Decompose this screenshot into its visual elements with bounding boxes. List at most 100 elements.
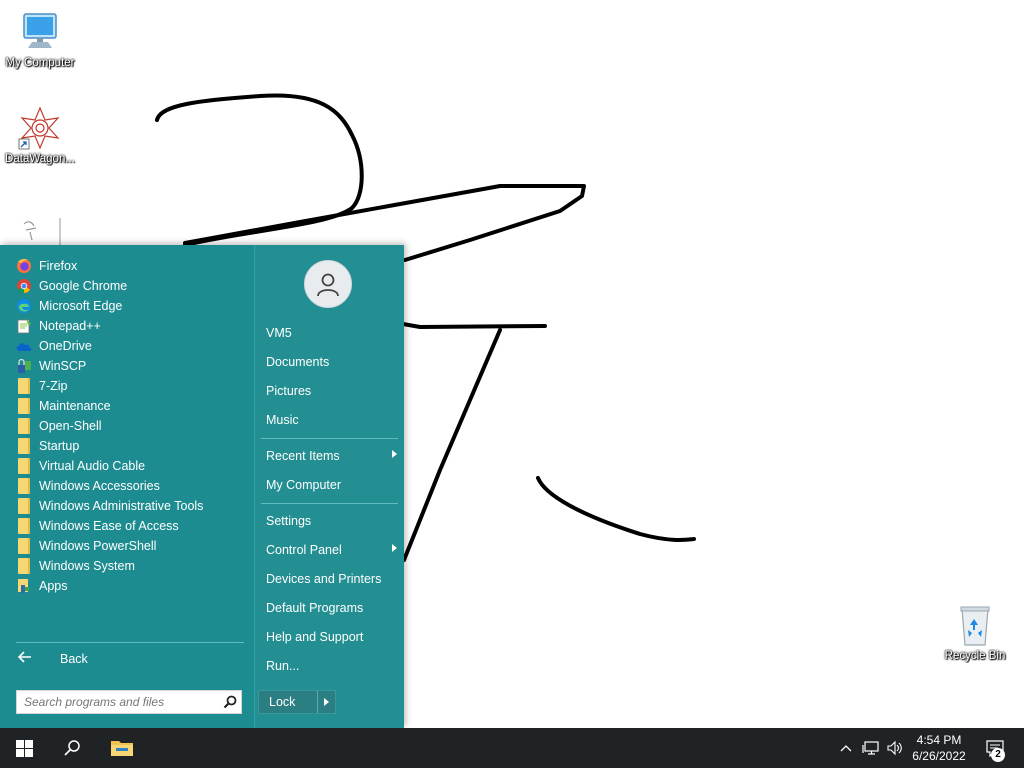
menu-item-label: Devices and Printers [266, 572, 382, 586]
recycle-bin-icon [960, 606, 990, 646]
program-winscp[interactable]: WinSCP [16, 356, 246, 376]
document-icon [23, 218, 61, 245]
network-button[interactable] [860, 728, 882, 768]
menu-item-user[interactable]: VM5 [263, 322, 399, 344]
program-label: OneDrive [39, 339, 92, 353]
folder-icon [16, 378, 32, 394]
program-label: Firefox [39, 259, 78, 273]
program-folder-windows-system[interactable]: Windows System [16, 556, 246, 576]
menu-item-settings[interactable]: Settings [263, 510, 399, 532]
back-button[interactable]: Back [17, 650, 88, 667]
apps-icon [16, 578, 32, 594]
program-folder-windows-powershell[interactable]: Windows PowerShell [16, 536, 246, 556]
start-menu: Firefox Google Chrome Microsoft Edge Not… [0, 245, 404, 728]
program-label: Virtual Audio Cable [39, 459, 146, 473]
folder-icon [16, 458, 32, 474]
file-explorer-button[interactable] [98, 728, 146, 768]
taskbar-search-button[interactable] [48, 728, 96, 768]
program-folder-open-shell[interactable]: Open-Shell [16, 416, 246, 436]
program-label: WinSCP [39, 359, 87, 373]
show-hidden-icons-button[interactable] [838, 728, 854, 768]
folder-icon [16, 478, 32, 494]
menu-item-documents[interactable]: Documents [263, 351, 399, 373]
desktop-icon-recycle-bin[interactable]: Recycle Bin [935, 603, 1015, 663]
edge-icon [16, 298, 32, 314]
volume-button[interactable] [884, 728, 906, 768]
program-folder-7zip[interactable]: 7-Zip [16, 376, 246, 396]
program-notepadpp[interactable]: Notepad++ [16, 316, 246, 336]
lock-button[interactable]: Lock [258, 690, 336, 714]
chevron-up-icon [840, 745, 852, 752]
program-label: Apps [39, 579, 68, 593]
program-label: Open-Shell [39, 419, 102, 433]
desktop-icon-label: DataWagon... [5, 153, 75, 165]
menu-item-label: My Computer [266, 478, 342, 492]
menu-item-label: Music [266, 413, 299, 427]
menu-item-control-panel[interactable]: Control Panel [263, 539, 399, 561]
divider [16, 642, 244, 643]
clock-time: 4:54 PM [916, 733, 962, 747]
partial-desktop-icon[interactable] [22, 218, 62, 245]
firefox-icon [16, 258, 32, 274]
program-folder-startup[interactable]: Startup [16, 436, 246, 456]
program-label: Windows PowerShell [39, 539, 157, 553]
menu-item-default-programs[interactable]: Default Programs [263, 597, 399, 619]
windows-logo-icon [15, 739, 33, 757]
chevron-right-icon [392, 544, 397, 552]
user-avatar[interactable] [304, 260, 352, 308]
program-label: Startup [39, 439, 80, 453]
start-button[interactable] [0, 728, 48, 768]
program-apps[interactable]: Apps [16, 576, 246, 596]
menu-item-run[interactable]: Run... [263, 655, 399, 677]
menu-item-music[interactable]: Music [263, 409, 399, 431]
search-icon[interactable] [219, 691, 241, 713]
program-folder-windows-administrative-tools[interactable]: Windows Administrative Tools [16, 496, 246, 516]
program-firefox[interactable]: Firefox [16, 256, 246, 276]
clock-date: 6/26/2022 [912, 749, 966, 763]
program-folder-maintenance[interactable]: Maintenance [16, 396, 246, 416]
program-folder-virtual-audio-cable[interactable]: Virtual Audio Cable [16, 456, 246, 476]
program-label: Notepad++ [39, 319, 101, 333]
program-label: Windows Administrative Tools [39, 499, 204, 513]
desktop-icon-my-computer[interactable]: My Computer [0, 10, 80, 70]
folder-icon [16, 398, 32, 414]
onedrive-icon [16, 338, 32, 354]
menu-item-help-support[interactable]: Help and Support [263, 626, 399, 648]
search-input[interactable] [17, 691, 219, 713]
chevron-right-icon [324, 698, 329, 706]
shutdown-options-button[interactable] [317, 691, 335, 713]
menu-item-label: Control Panel [266, 543, 342, 557]
folder-icon [16, 418, 32, 434]
menu-item-label: VM5 [266, 326, 292, 340]
folder-icon [16, 498, 32, 514]
program-folder-windows-ease-of-access[interactable]: Windows Ease of Access [16, 516, 246, 536]
folder-icon [16, 518, 32, 534]
program-label: Windows Accessories [39, 479, 160, 493]
menu-item-label: Pictures [266, 384, 312, 398]
menu-item-my-computer[interactable]: My Computer [263, 474, 399, 496]
program-onedrive[interactable]: OneDrive [16, 336, 246, 356]
menu-item-recent-items[interactable]: Recent Items [263, 445, 399, 467]
divider [261, 503, 398, 504]
program-google-chrome[interactable]: Google Chrome [16, 276, 246, 296]
desktop-icon-datawagon[interactable]: DataWagon... [0, 106, 80, 166]
program-folder-windows-accessories[interactable]: Windows Accessories [16, 476, 246, 496]
user-icon [317, 273, 339, 297]
chrome-icon [16, 278, 32, 294]
menu-item-label: Run... [266, 659, 300, 673]
program-label: Windows System [39, 559, 135, 573]
clock[interactable]: 4:54 PM 6/26/2022 [904, 732, 974, 764]
back-label: Back [60, 651, 88, 666]
program-label: Microsoft Edge [39, 299, 123, 313]
search-box[interactable] [16, 690, 242, 714]
program-label: 7-Zip [39, 379, 68, 393]
desktop-icon-label: Recycle Bin [944, 650, 1006, 662]
folder-icon [16, 538, 32, 554]
program-microsoft-edge[interactable]: Microsoft Edge [16, 296, 246, 316]
menu-item-pictures[interactable]: Pictures [263, 380, 399, 402]
menu-item-devices-printers[interactable]: Devices and Printers [263, 568, 399, 590]
desktop-icon-label: My Computer [5, 57, 75, 69]
computer-monitor-icon [23, 13, 57, 48]
folder-icon [16, 438, 32, 454]
winscp-icon [16, 358, 32, 374]
